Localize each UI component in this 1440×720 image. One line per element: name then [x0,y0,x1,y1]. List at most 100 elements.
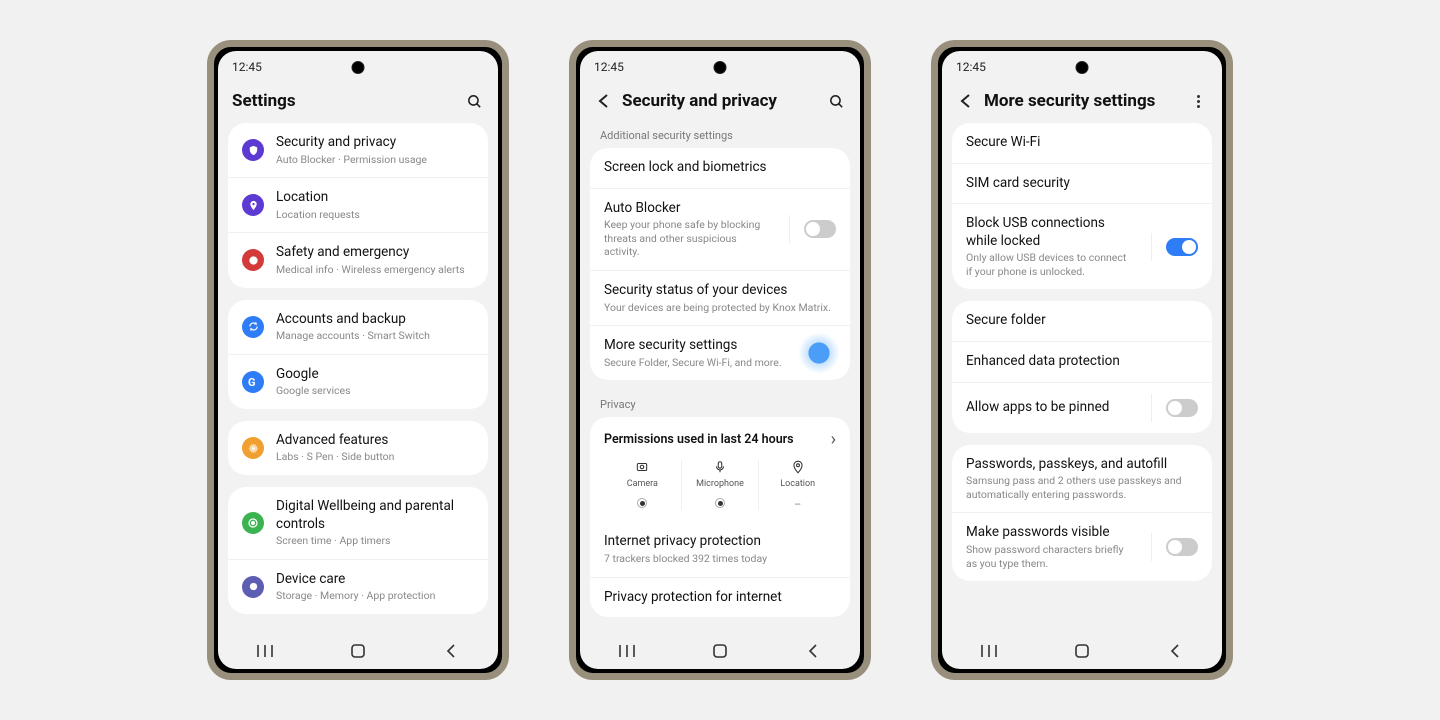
perm-col[interactable]: Camera [604,460,681,510]
row-subtitle: Your devices are being protected by Knox… [604,301,836,315]
nav-bar [942,633,1222,669]
perm-label: Microphone [696,479,744,489]
settings-row[interactable]: Safety and emergency Medical info · Wire… [228,232,488,287]
row-text: Passwords, passkeys, and autofillSamsung… [966,456,1198,502]
settings-row[interactable]: Security and privacy Auto Blocker · Perm… [228,123,488,177]
settings-row[interactable]: Passwords, passkeys, and autofillSamsung… [952,445,1212,513]
nav-recents[interactable] [969,641,1009,661]
row-subtitle: Manage accounts · Smart Switch [276,329,474,343]
settings-row[interactable]: Advanced features Labs · S Pen · Side bu… [228,421,488,475]
row-subtitle: 7 trackers blocked 392 times today [604,552,836,566]
more-icon[interactable] [1188,91,1208,111]
nav-bar [218,633,498,669]
row-text: Google Google services [276,366,474,398]
nav-home[interactable] [700,641,740,661]
phone-mock-settings: 12:45 Settings Security and privacy Auto… [207,40,509,680]
row-title: Accounts and backup [276,311,474,329]
status-bar: 12:45 [580,51,860,83]
settings-row[interactable]: Enhanced data protection [952,341,1212,382]
row-text: Make passwords visibleShow password char… [966,524,1133,570]
row-subtitle: Medical info · Wireless emergency alerts [276,263,474,277]
search-icon[interactable] [464,91,484,111]
row-subtitle: Location requests [276,208,474,222]
section-header-privacy: Privacy [590,392,850,417]
row-text: Auto BlockerKeep your phone safe by bloc… [604,200,771,259]
settings-row[interactable]: Make passwords visibleShow password char… [952,512,1212,581]
row-text: Safety and emergency Medical info · Wire… [276,244,474,276]
gear-icon [242,437,264,459]
settings-row[interactable]: Device care Storage · Memory · App prote… [228,559,488,614]
row-title: SIM card security [966,175,1198,193]
row-title: Allow apps to be pinned [966,399,1133,417]
settings-row[interactable]: More security settingsSecure Folder, Sec… [590,325,850,380]
settings-row[interactable]: G Google Google services [228,354,488,409]
permissions-title: Permissions used in last 24 hours [604,432,831,447]
settings-row[interactable]: Location Location requests [228,177,488,232]
sync-icon [242,316,264,338]
row-title: Advanced features [276,432,474,450]
toggle-switch[interactable] [1166,238,1198,256]
toggle-switch[interactable] [1166,399,1198,417]
settings-row[interactable]: SIM card security [952,163,1212,204]
row-text: Enhanced data protection [966,353,1198,371]
perm-indicator [637,498,647,508]
nav-home[interactable] [338,641,378,661]
row-text: Screen lock and biometrics [604,159,836,177]
row-title: Internet privacy protection [604,533,836,551]
pin-icon [242,194,264,216]
settings-row[interactable]: Block USB connections while lockedOnly a… [952,203,1212,289]
perm-icon [791,460,805,476]
row-title: Device care [276,571,474,589]
phone-mock-security: 12:45 Security and privacy Additional se… [569,40,871,680]
back-icon[interactable] [594,91,614,111]
row-text: Device care Storage · Memory · App prote… [276,571,474,603]
perm-icon [713,460,727,476]
row-text: Digital Wellbeing and parental controls … [276,498,474,548]
phone-mock-more-security: 12:45 More security settings Secure Wi-F… [931,40,1233,680]
settings-row[interactable]: Screen lock and biometrics [590,148,850,188]
header: Settings [218,83,498,123]
toggle-switch[interactable] [804,220,836,238]
perm-col[interactable]: Location – [758,460,836,510]
perm-col[interactable]: Microphone [681,460,759,510]
settings-row[interactable]: Secure Wi-Fi [952,123,1212,163]
g-icon: G [242,371,264,393]
nav-back[interactable] [431,641,471,661]
row-text: Secure folder [966,312,1198,330]
settings-row[interactable]: Allow apps to be pinned [952,382,1212,433]
settings-row[interactable]: Auto BlockerKeep your phone safe by bloc… [590,188,850,270]
header: More security settings [942,83,1222,123]
row-title: Auto Blocker [604,200,771,218]
row-text: Accounts and backup Manage accounts · Sm… [276,311,474,343]
perm-label: Location [780,479,815,489]
settings-row[interactable]: Internet privacy protection7 trackers bl… [590,522,850,576]
row-subtitle: Auto Blocker · Permission usage [276,153,474,167]
toggle-switch[interactable] [1166,538,1198,556]
shield-icon [242,139,264,161]
row-subtitle: Google services [276,384,474,398]
settings-row[interactable]: Digital Wellbeing and parental controls … [228,487,488,559]
settings-row[interactable]: Security status of your devicesYour devi… [590,270,850,325]
row-title: Screen lock and biometrics [604,159,836,177]
nav-back[interactable] [793,641,833,661]
settings-row[interactable]: Secure folder [952,301,1212,341]
search-icon[interactable] [826,91,846,111]
touch-indicator [798,332,840,374]
header: Security and privacy [580,83,860,123]
permissions-row[interactable]: Permissions used in last 24 hours › [590,417,850,456]
row-title: Safety and emergency [276,244,474,262]
row-subtitle: Keep your phone safe by blocking threats… [604,218,771,259]
status-time: 12:45 [594,60,624,74]
nav-recents[interactable] [245,641,285,661]
settings-row[interactable]: Accounts and backup Manage accounts · Sm… [228,300,488,354]
settings-row[interactable]: Privacy protection for internet [590,577,850,618]
nav-back[interactable] [1155,641,1195,661]
svg-text:G: G [248,376,256,387]
nav-home[interactable] [1062,641,1102,661]
status-bar: 12:45 [942,51,1222,83]
perm-indicator: – [794,498,801,510]
row-subtitle: Samsung pass and 2 others use passkeys a… [966,474,1198,501]
back-icon[interactable] [956,91,976,111]
nav-recents[interactable] [607,641,647,661]
page-title: Security and privacy [622,91,818,111]
